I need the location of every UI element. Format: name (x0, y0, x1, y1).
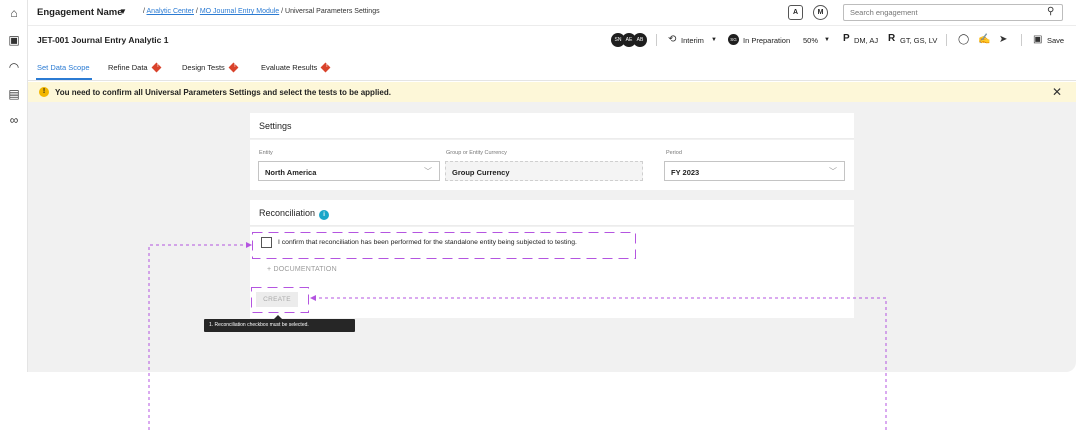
checkbox-highlight (252, 232, 636, 259)
arrow-head-icon (246, 242, 252, 248)
annotation-line-left (148, 244, 246, 430)
annotation-overlay (148, 232, 887, 430)
arrow-head-icon (310, 295, 316, 301)
annotation-line-right (316, 297, 887, 430)
app-root: ⌂ ▣ ◠ ▤ ∞ Engagement Name ▼ / Analytic C… (0, 0, 1076, 430)
create-highlight (251, 287, 309, 313)
